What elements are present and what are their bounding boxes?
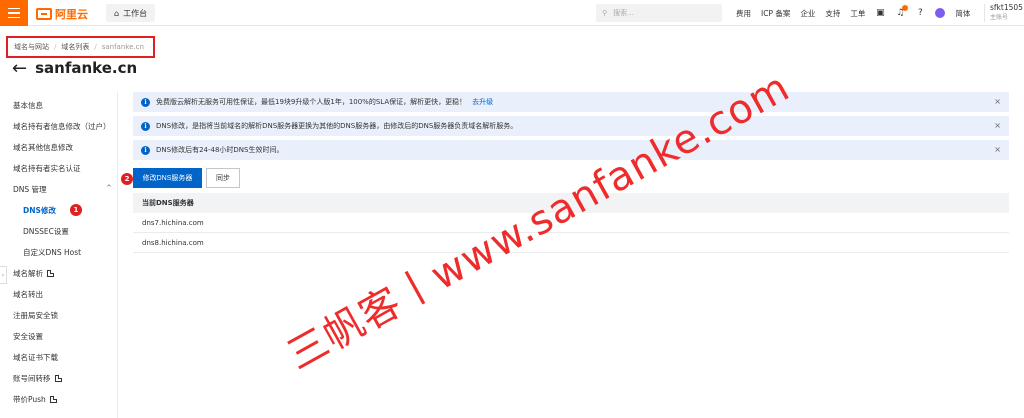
notice-text: DNS修改，是指将当前域名的解析DNS服务器更换为其他的DNS服务器，由修改后的…	[156, 122, 518, 130]
notice-text: 免费版云解析无服务可用性保证，最低19块9升级个人版1年，100%的SLA保证，…	[156, 98, 467, 106]
external-link-icon	[47, 270, 54, 277]
sidebar-item-certificate[interactable]: 域名证书下载	[13, 352, 58, 363]
search-input[interactable]: ⚲ 搜索...	[596, 4, 722, 22]
table-row: dns8.hichina.com	[133, 233, 1009, 253]
info-icon: i	[141, 145, 150, 155]
notice-dns-effect: i DNS修改后有24-48小时DNS生效时间。 ×	[133, 140, 1009, 160]
notification-badge	[902, 5, 909, 11]
sidebar-item-custom-dns-host[interactable]: 自定义DNS Host	[23, 247, 81, 258]
sidebar-item-price-push[interactable]: 带价Push	[13, 394, 57, 405]
sidebar-item-registry-lock[interactable]: 注册局安全锁	[13, 310, 58, 321]
sidebar-item-resolve[interactable]: 域名解析	[13, 268, 54, 279]
notice-text: DNS修改后有24-48小时DNS生效时间。	[156, 146, 284, 154]
close-icon[interactable]: ×	[994, 121, 1001, 130]
notice-upgrade: i 免费版云解析无服务可用性保证，最低19块9升级个人版1年，100%的SLA保…	[133, 92, 1009, 112]
back-arrow-icon[interactable]: ←	[12, 59, 27, 77]
sidebar-item-label: 注册局安全锁	[13, 311, 58, 320]
sidebar: 基本信息 域名持有者信息修改（过户） 域名其他信息修改 域名持有者实名认证 DN…	[0, 92, 118, 418]
sidebar-item-security[interactable]: 安全设置	[13, 331, 43, 342]
dns-server-value: dns7.hichina.com	[142, 218, 204, 227]
chevron-up-icon[interactable]: ^	[106, 184, 112, 192]
modify-dns-button[interactable]: 修改DNS服务器	[133, 168, 202, 188]
bell-icon[interactable]: ♫	[895, 5, 909, 18]
breadcrumb-separator: /	[54, 43, 57, 51]
notice-dns-modify: i DNS修改，是指将当前域名的解析DNS服务器更换为其他的DNS服务器，由修改…	[133, 116, 1009, 136]
nav-fees[interactable]: 费用	[736, 8, 751, 19]
sidebar-item-label: 域名证书下载	[13, 353, 58, 362]
table-header: 当前DNS服务器	[133, 193, 1009, 213]
sidebar-item-transfer-out[interactable]: 域名转出	[13, 289, 43, 300]
top-navbar: 阿里云 ⌂ 工作台 ⚲ 搜索... 费用 ICP 备案 企业 支持 工单 ▣ ♫…	[0, 0, 1024, 26]
step-marker-1: 1	[69, 204, 82, 216]
external-link-icon	[54, 375, 62, 382]
top-nav-links: 费用 ICP 备案 企业 支持 工单 ▣ ♫ ? 简体	[736, 0, 970, 26]
sidebar-item-other-info[interactable]: 域名其他信息修改	[13, 142, 73, 153]
table-row: dns7.hichina.com	[133, 213, 1009, 233]
sidebar-item-label: 域名持有者实名认证	[13, 164, 81, 173]
info-icon: i	[141, 121, 150, 131]
sync-button[interactable]: 同步	[206, 168, 240, 188]
sidebar-item-label: DNS修改	[23, 205, 56, 215]
nav-ticket[interactable]: 工单	[850, 8, 865, 19]
sidebar-item-label: 自定义DNS Host	[23, 248, 82, 257]
user-name: sfkt1505	[990, 3, 1023, 12]
close-icon[interactable]: ×	[994, 145, 1001, 154]
logo-mark-icon	[36, 8, 52, 20]
menu-icon[interactable]	[0, 0, 28, 26]
sidebar-collapse-toggle[interactable]: ›	[0, 266, 7, 284]
home-icon: ⌂	[114, 8, 120, 18]
search-placeholder: 搜索...	[613, 9, 634, 17]
upgrade-link[interactable]: 去升级	[472, 97, 493, 107]
sidebar-item-dns-modify[interactable]: DNS修改 1	[23, 204, 82, 216]
sidebar-item-holder-change[interactable]: 域名持有者信息修改（过户）	[13, 121, 111, 132]
page-header: ← sanfanke.cn	[12, 59, 137, 77]
info-icon: i	[141, 97, 150, 107]
breadcrumb-item[interactable]: 域名与网站	[14, 42, 49, 52]
breadcrumb: 域名与网站 / 域名列表 / sanfanke.cn	[6, 36, 155, 58]
help-icon[interactable]: ?	[915, 8, 925, 18]
sidebar-item-label: 账号间转移	[13, 374, 51, 383]
sidebar-item-label: 安全设置	[13, 332, 43, 341]
sidebar-item-label: 域名转出	[13, 290, 43, 299]
external-link-icon	[49, 396, 57, 403]
breadcrumb-current: sanfanke.cn	[101, 43, 144, 51]
step-marker-2: 2	[121, 173, 133, 185]
sidebar-item-realname[interactable]: 域名持有者实名认证	[13, 163, 81, 174]
sidebar-item-label: 基本信息	[13, 101, 43, 110]
sidebar-item-basic-info[interactable]: 基本信息	[13, 100, 43, 111]
sidebar-item-label: DNSSEC设置	[23, 227, 69, 236]
sidebar-item-label: 带价Push	[13, 395, 46, 404]
workbench-button[interactable]: ⌂ 工作台	[106, 4, 156, 22]
dns-server-value: dns8.hichina.com	[142, 238, 204, 247]
user-role: 主账号	[990, 14, 1009, 21]
workbench-label: 工作台	[123, 8, 148, 18]
sidebar-item-account-transfer[interactable]: 账号间转移	[13, 373, 62, 384]
sidebar-item-label: DNS 管理	[13, 185, 47, 194]
search-icon: ⚲	[602, 9, 608, 17]
sidebar-item-label: 域名持有者信息修改（过户）	[13, 122, 111, 131]
breadcrumb-item[interactable]: 域名列表	[61, 42, 89, 52]
assistant-icon[interactable]	[935, 8, 946, 18]
sidebar-item-dnssec[interactable]: DNSSEC设置	[23, 226, 69, 237]
nav-enterprise[interactable]: 企业	[800, 8, 815, 19]
nav-support[interactable]: 支持	[825, 8, 840, 19]
aliyun-logo[interactable]: 阿里云	[36, 6, 88, 22]
breadcrumb-separator: /	[94, 43, 97, 51]
sidebar-item-label: 域名解析	[13, 269, 43, 278]
terminal-icon[interactable]: ▣	[875, 8, 885, 18]
divider	[984, 4, 985, 22]
page-title: sanfanke.cn	[35, 59, 138, 77]
logo-text: 阿里云	[55, 8, 88, 21]
user-menu[interactable]: sfkt1505 主账号	[990, 3, 1023, 23]
nav-icp[interactable]: ICP 备案	[761, 8, 790, 19]
sidebar-item-label: 域名其他信息修改	[13, 143, 73, 152]
close-icon[interactable]: ×	[994, 97, 1001, 106]
language-switch[interactable]: 简体	[955, 8, 970, 19]
sidebar-item-dns-management[interactable]: DNS 管理	[13, 184, 47, 195]
